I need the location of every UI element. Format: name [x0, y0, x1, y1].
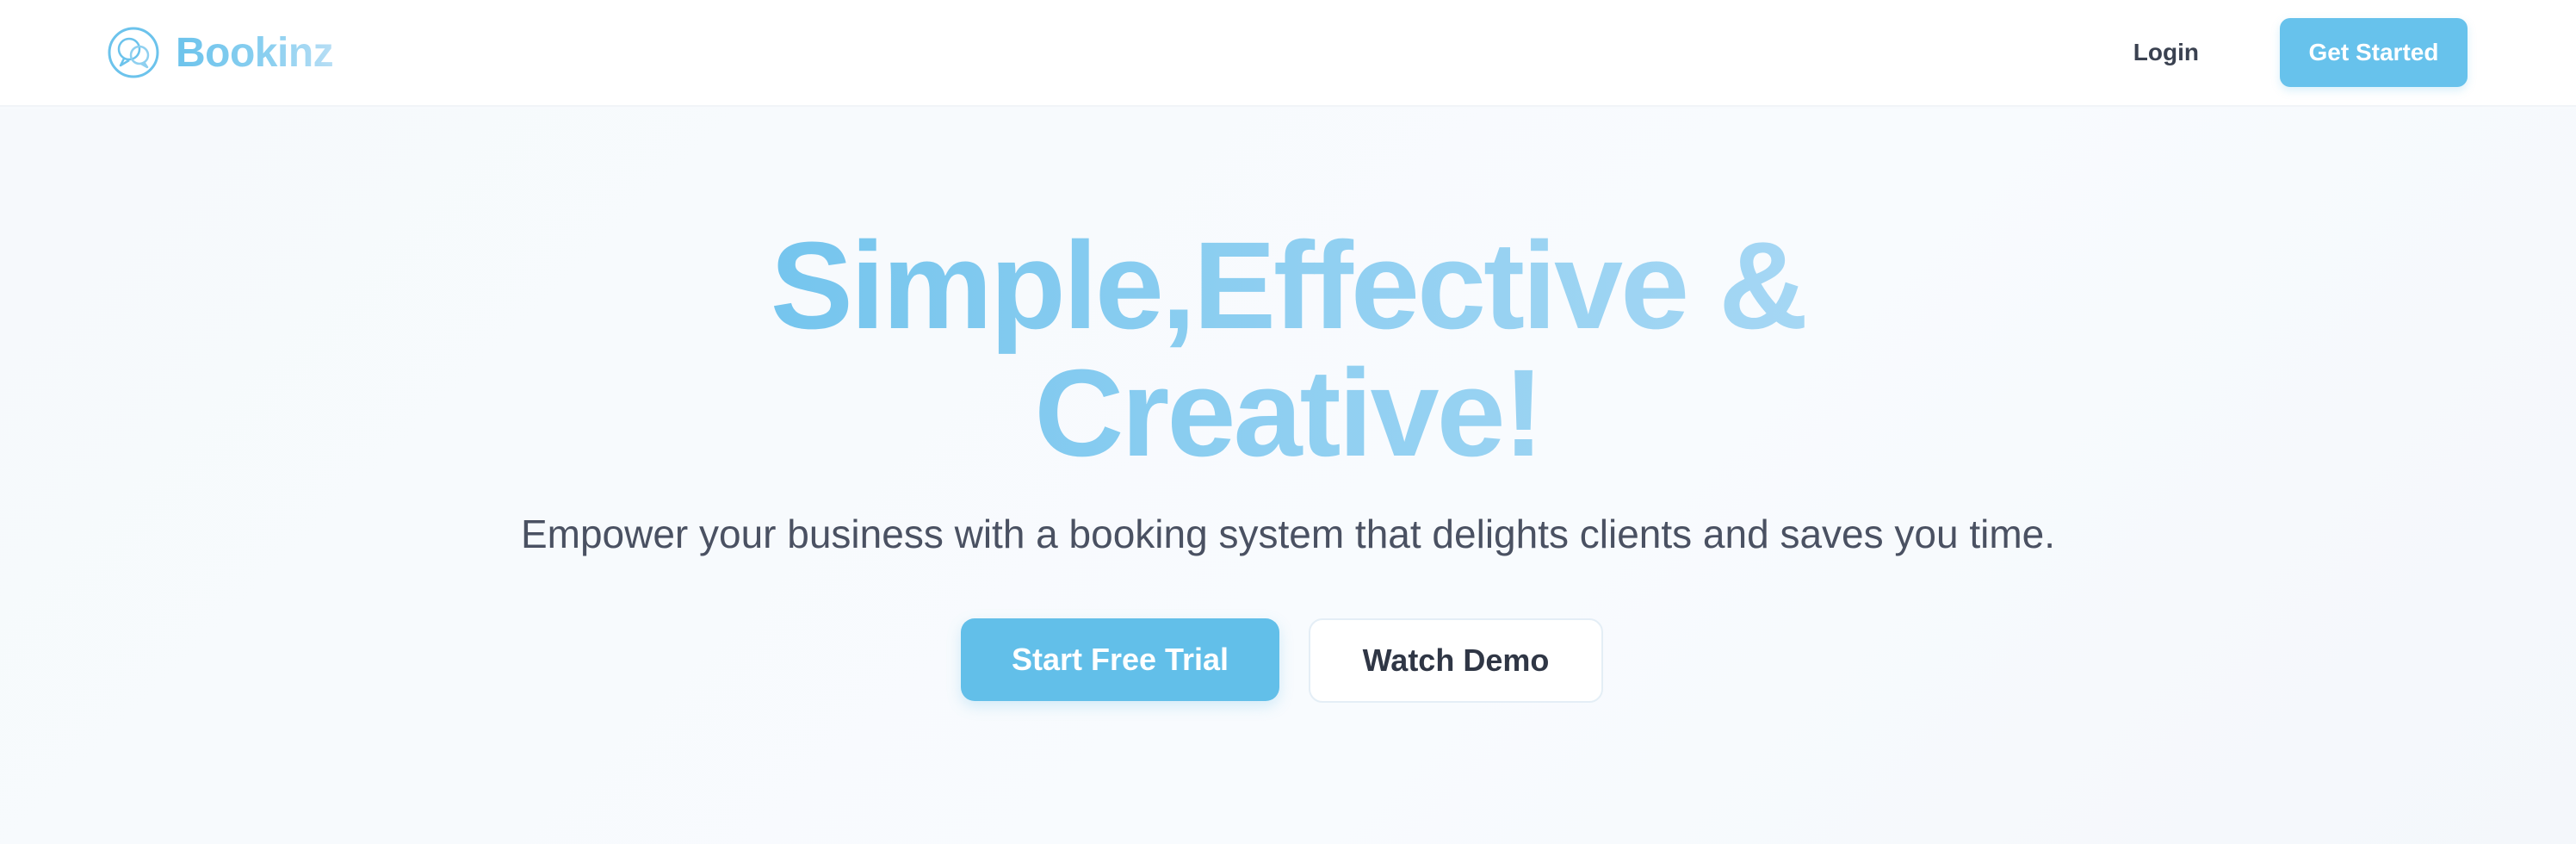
chat-bubble-logo-icon — [108, 27, 159, 78]
hero-title: Simple,Effective & Creative! — [0, 222, 2576, 477]
brand-name: Bookinz — [176, 29, 334, 76]
hero-section: Simple,Effective & Creative! Empower you… — [0, 109, 2576, 844]
hero-title-line-2: Creative! — [1034, 344, 1542, 482]
login-link[interactable]: Login — [2133, 39, 2199, 66]
hero-title-line-1: Simple,Effective & — [770, 216, 1806, 355]
hero-actions: Start Free Trial Watch Demo — [0, 618, 2576, 703]
get-started-button[interactable]: Get Started — [2280, 18, 2468, 87]
watch-demo-button[interactable]: Watch Demo — [1309, 618, 1603, 703]
start-free-trial-button[interactable]: Start Free Trial — [961, 618, 1279, 701]
top-navbar: Bookinz Login Get Started — [0, 0, 2576, 107]
nav-actions: Login Get Started — [2133, 18, 2468, 87]
brand-logo[interactable]: Bookinz — [107, 26, 334, 79]
hero-subtitle: Empower your business with a booking sys… — [520, 512, 2056, 556]
